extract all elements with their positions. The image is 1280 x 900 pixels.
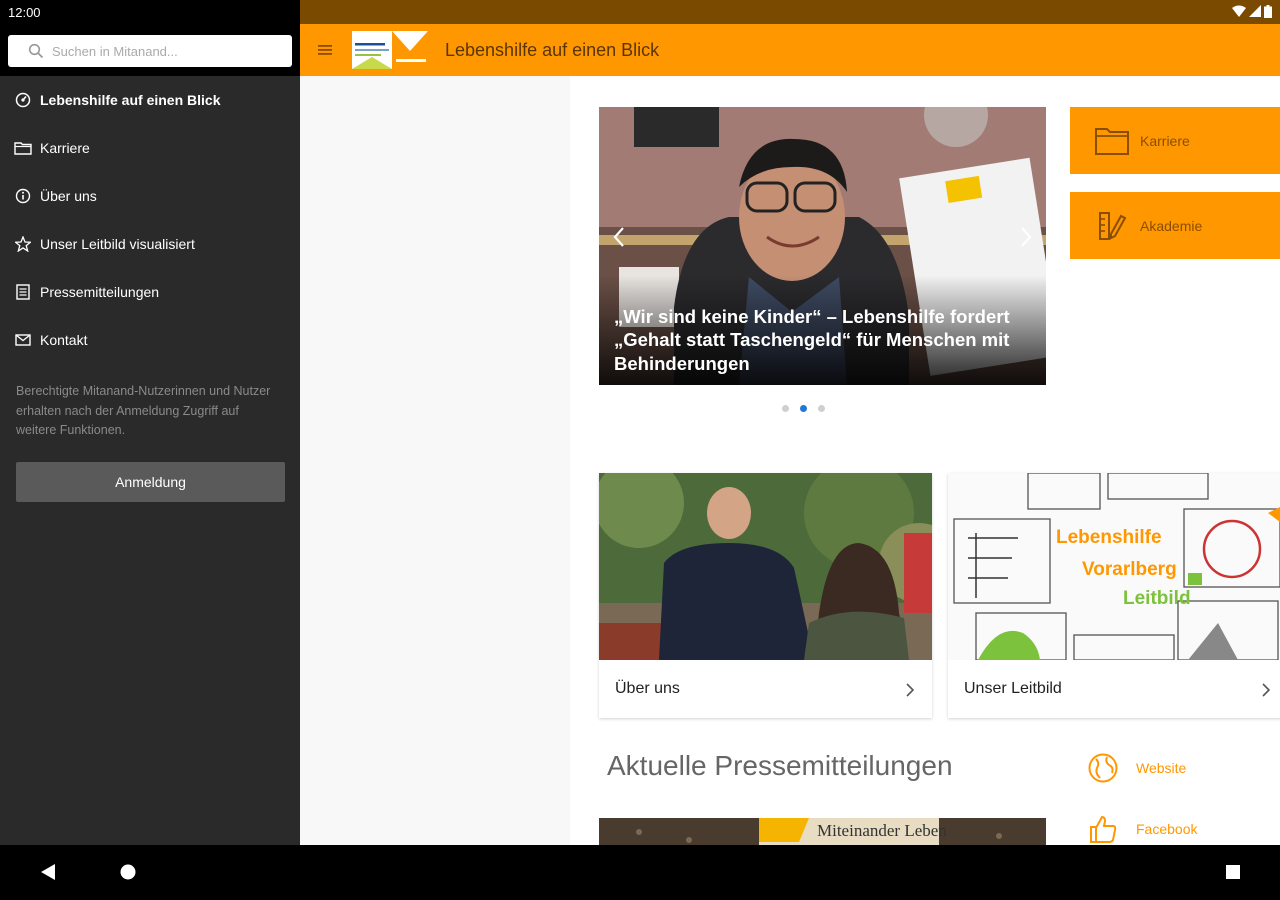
system-status-bar [300,0,1280,24]
search-icon [28,43,44,59]
signal-icon [1249,5,1261,17]
website-link[interactable]: Website [1088,753,1186,783]
main-content: „Wir sind keine Kinder“ – Lebenshilfe fo… [570,76,1280,845]
tile-akademie[interactable]: Akademie [1070,192,1280,259]
chevron-right-icon [1262,683,1270,697]
wifi-icon [1232,5,1246,17]
drawer-nav: Lebenshilfe auf einen Blick Karriere Übe… [0,76,300,364]
dashboard-icon [14,91,32,109]
nav-item-overview[interactable]: Lebenshilfe auf einen Blick [0,76,300,124]
facebook-link-label: Facebook [1136,821,1198,837]
card-image [599,473,932,660]
status-time: 12:00 [0,0,300,24]
folder-icon [1086,126,1138,156]
system-nav-bar [0,845,1280,900]
card-label: Über uns [615,680,680,697]
mail-icon [14,331,32,349]
recents-button[interactable] [1225,863,1241,881]
app-bar: Lebenshilfe auf einen Blick [300,24,1280,76]
nav-item-label: Kontakt [40,332,88,348]
nav-item-label: Pressemitteilungen [40,284,160,300]
page-title: Lebenshilfe auf einen Blick [445,39,660,60]
nav-item-label: Über uns [40,188,97,204]
tile-label: Karriere [1140,132,1190,149]
slider-dot-active[interactable] [800,405,807,412]
nav-item-label: Unser Leitbild visualisiert [40,236,195,252]
tile-karriere[interactable]: Karriere [1070,107,1280,174]
search-input[interactable] [52,43,282,59]
slider-prev-button[interactable] [599,215,639,259]
nav-item-presse[interactable]: Pressemitteilungen [0,268,300,316]
nav-item-karriere[interactable]: Karriere [0,124,300,172]
menu-button[interactable] [300,24,350,76]
back-button[interactable] [40,863,56,881]
info-icon [14,187,32,205]
slider-dot[interactable] [782,405,789,412]
facebook-link[interactable]: Facebook [1088,814,1197,844]
globe-icon [1088,753,1118,783]
news-slider[interactable]: „Wir sind keine Kinder“ – Lebenshilfe fo… [599,107,1046,385]
document-icon [14,283,32,301]
leitbild-art-line2: Vorarlberg [1082,559,1177,580]
card-ueber-uns[interactable]: Über uns [599,473,932,718]
hamburger-icon [318,45,332,55]
left-pane [300,76,570,845]
slider-dots [782,405,825,412]
star-icon [14,235,32,253]
tile-label: Akademie [1140,217,1203,234]
nav-item-kontakt[interactable]: Kontakt [0,316,300,364]
chevron-right-icon [1021,227,1032,247]
nav-item-leitbild[interactable]: Unser Leitbild visualisiert [0,220,300,268]
slide-caption: „Wir sind keine Kinder“ – Lebenshilfe fo… [614,305,1010,374]
search-box[interactable] [8,35,292,67]
card-leitbild[interactable]: Lebenshilfe Vorarlberg Leitbild Unser Le… [948,473,1280,718]
login-hint: Berechtigte Mitanand-Nutzerinnen und Nut… [16,384,271,437]
battery-icon [1264,5,1272,18]
folder-icon [14,139,32,157]
leitbild-art-line1: Lebenshilfe [1056,527,1162,548]
nav-item-ueber-uns[interactable]: Über uns [0,172,300,220]
chevron-right-icon [906,683,914,697]
login-button[interactable]: Anmeldung [16,461,285,502]
search-area [0,24,300,76]
home-button[interactable] [120,863,136,881]
app-logo [352,31,428,69]
thumbs-up-icon [1090,815,1117,843]
card-label: Unser Leitbild [964,680,1062,697]
nav-item-label: Lebenshilfe auf einen Blick [40,92,221,108]
press-section-title: Aktuelle Pressemitteilungen [607,750,953,781]
press-image-text: Miteinander Leben [817,821,947,840]
website-link-label: Website [1136,760,1187,776]
slider-dot[interactable] [818,405,825,412]
leitbild-art-line3: Leitbild [1123,588,1191,609]
slider-next-button[interactable] [1006,215,1046,259]
chevron-left-icon [613,227,624,247]
card-image: Lebenshilfe Vorarlberg Leitbild [948,473,1280,660]
nav-item-label: Karriere [40,140,90,156]
press-item-image[interactable]: Miteinander Leben [599,818,1046,845]
pencil-ruler-icon [1086,210,1138,242]
app-root: 12:00 Lebenshilfe auf einen Blick Karrie… [0,0,1280,900]
navigation-drawer: 12:00 Lebenshilfe auf einen Blick Karrie… [0,0,300,845]
status-icons [1232,5,1272,18]
